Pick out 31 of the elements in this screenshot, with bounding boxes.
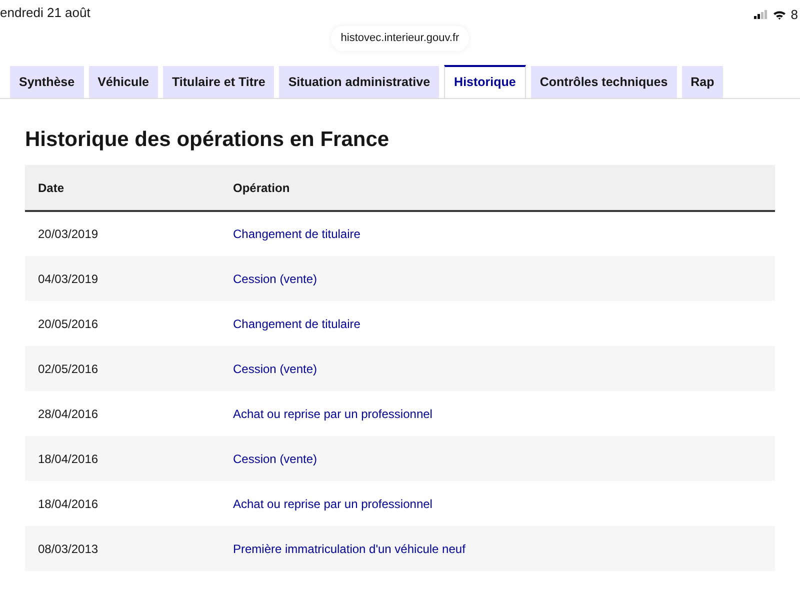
date-cell: 18/04/2016: [25, 481, 220, 526]
tab[interactable]: Situation administrative: [279, 66, 440, 98]
column-header: Date: [25, 165, 220, 212]
date-cell: 18/04/2016: [25, 436, 220, 482]
operation-link[interactable]: Première immatriculation d'un véhicule neuf: [233, 542, 466, 556]
operation-link[interactable]: Cession (vente): [233, 272, 318, 286]
section-title: Historique des opérations en France: [25, 127, 390, 152]
tab[interactable]: Rap: [682, 66, 724, 98]
wifi-icon: [772, 10, 786, 20]
date-cell: 28/04/2016: [25, 391, 220, 436]
signal-icon: [754, 10, 768, 19]
operation-link[interactable]: Achat ou reprise par un professionnel: [233, 406, 432, 421]
date-cell: 04/03/2019: [25, 256, 220, 302]
date-cell: 20/05/2016: [25, 301, 220, 346]
tab[interactable]: Véhicule: [88, 66, 158, 98]
date-cell: 08/03/2013: [25, 526, 220, 572]
column-header: Opération: [220, 165, 775, 212]
operation-link[interactable]: Cession (vente): [233, 452, 318, 466]
tab[interactable]: Titulaire et Titre: [163, 66, 274, 98]
operation-link[interactable]: Cession (vente): [233, 362, 318, 376]
battery-percent: 8: [790, 6, 798, 24]
status-date: endredi 21 août: [0, 4, 90, 22]
tab[interactable]: Synthèse: [10, 66, 84, 98]
address-bar[interactable]: histovec.interieur.gouv.fr: [330, 26, 470, 50]
operation-link[interactable]: Achat ou reprise par un professionnel: [233, 496, 432, 511]
date-cell: 02/05/2016: [25, 346, 220, 392]
tab[interactable]: Historique: [444, 65, 526, 98]
operation-link[interactable]: Changement de titulaire: [233, 316, 360, 331]
date-cell: 20/03/2019: [25, 211, 220, 256]
tab[interactable]: Contrôles techniques: [530, 66, 677, 98]
operation-link[interactable]: Changement de titulaire: [233, 227, 360, 242]
